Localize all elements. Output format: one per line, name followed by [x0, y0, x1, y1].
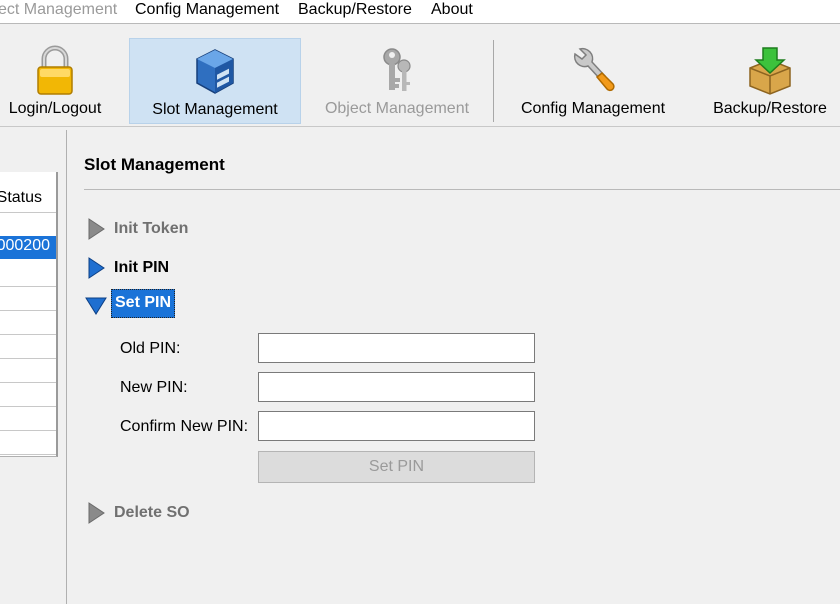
object-management-label: Object Management	[324, 100, 470, 117]
new-pin-input[interactable]	[258, 372, 535, 402]
slot-box-icon	[196, 49, 234, 94]
status-header-label: Status	[0, 189, 42, 206]
table-row[interactable]	[0, 431, 56, 455]
expanded-arrow-icon	[85, 297, 107, 315]
table-row[interactable]	[0, 311, 56, 335]
confirm-new-pin-input[interactable]	[258, 411, 535, 441]
backup-restore-label: Backup/Restore	[713, 100, 827, 117]
menu-backup-restore[interactable]: Backup/Restore	[298, 1, 412, 19]
slot-table: Status 000200	[0, 172, 58, 457]
title-divider	[84, 189, 840, 190]
menu-bar: ect Management Config Management Backup/…	[0, 0, 840, 24]
table-row[interactable]	[0, 287, 56, 311]
init-token-label: Init Token	[114, 220, 189, 237]
old-pin-input[interactable]	[258, 333, 535, 363]
toolbar-separator	[493, 40, 494, 122]
table-row[interactable]	[0, 407, 56, 431]
toolbar: Login/Logout Slot Management Object Mana…	[0, 24, 840, 127]
wrench-icon	[573, 47, 615, 92]
slot-management-button[interactable]: Slot Management	[129, 38, 301, 124]
login-logout-button[interactable]: Login/Logout	[0, 38, 110, 124]
backup-restore-button[interactable]: Backup/Restore	[700, 38, 840, 124]
split-pane-divider[interactable]	[66, 130, 67, 604]
table-row[interactable]: 000200	[0, 236, 56, 259]
status-column-header[interactable]: Status	[0, 172, 56, 213]
package-download-icon	[749, 47, 791, 95]
menu-object-management[interactable]: ect Management	[0, 1, 117, 19]
padlock-icon	[37, 45, 73, 95]
collapsed-arrow-icon	[88, 218, 105, 240]
confirm-new-pin-label: Confirm New PIN:	[120, 418, 249, 435]
table-row[interactable]	[0, 335, 56, 359]
table-row[interactable]	[0, 359, 56, 383]
set-pin-button[interactable]: Set PIN	[258, 451, 535, 483]
config-management-button[interactable]: Config Management	[508, 38, 678, 124]
slot-management-label: Slot Management	[152, 101, 278, 118]
menu-config-management[interactable]: Config Management	[135, 1, 279, 19]
menu-about[interactable]: About	[431, 1, 473, 19]
init-pin-label: Init PIN	[114, 259, 170, 276]
new-pin-label: New PIN:	[120, 379, 188, 396]
delete-so-label: Delete SO	[114, 504, 190, 521]
collapsed-arrow-icon	[88, 502, 105, 524]
slot-status-value: 000200	[0, 237, 50, 254]
table-row[interactable]	[0, 383, 56, 407]
config-management-label: Config Management	[520, 100, 666, 117]
login-logout-label: Login/Logout	[8, 100, 102, 117]
set-pin-label: Set PIN	[111, 289, 176, 318]
table-row[interactable]	[0, 263, 56, 287]
collapsed-arrow-icon	[88, 257, 105, 279]
keys-icon	[383, 48, 411, 91]
old-pin-label: Old PIN:	[120, 340, 181, 357]
page-title: Slot Management	[84, 155, 225, 174]
object-management-button[interactable]: Object Management	[312, 38, 482, 124]
